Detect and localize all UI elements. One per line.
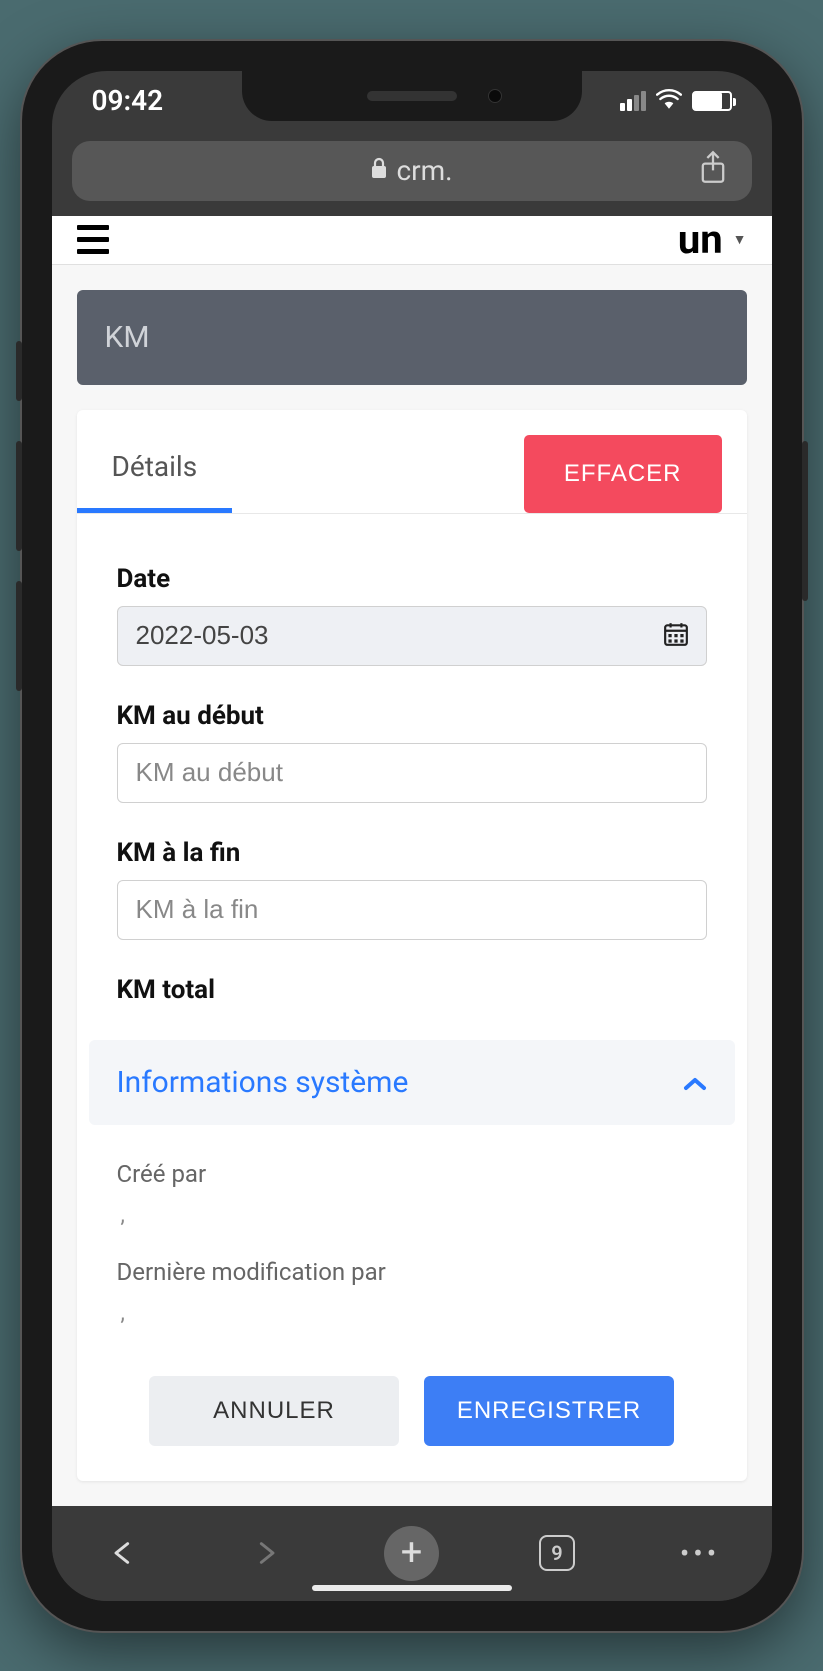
tab-count-badge: 9 <box>539 1535 575 1571</box>
km-start-input[interactable] <box>117 743 707 803</box>
wifi-icon <box>656 87 682 115</box>
system-info-collapse[interactable]: Informations système <box>89 1040 735 1125</box>
page-title-bar: KM <box>77 290 747 385</box>
caret-down-icon: ▼ <box>733 231 747 248</box>
created-by-value: , <box>117 1203 707 1228</box>
signal-icon <box>620 91 646 111</box>
app-header: un ▼ <box>52 216 772 265</box>
km-end-input[interactable] <box>117 880 707 940</box>
km-end-label: KM à la fin <box>117 838 707 868</box>
action-buttons: ANNULER ENREGISTRER <box>77 1356 747 1446</box>
cancel-button[interactable]: ANNULER <box>149 1376 399 1446</box>
status-time: 09:42 <box>92 84 164 117</box>
side-button <box>802 441 808 601</box>
modified-by-value: , <box>117 1301 707 1326</box>
speaker <box>367 91 457 101</box>
erase-button[interactable]: EFFACER <box>524 435 722 513</box>
card-header: Détails EFFACER <box>77 435 747 514</box>
page-title: KM <box>105 320 150 355</box>
forward-button[interactable] <box>241 1528 291 1578</box>
side-button <box>16 341 22 401</box>
url-bar[interactable]: crm. <box>72 141 752 201</box>
status-icons <box>620 87 732 115</box>
system-info-label: Informations système <box>117 1065 409 1100</box>
logo-dropdown[interactable]: un ▼ <box>678 216 747 263</box>
save-button[interactable]: ENREGISTRER <box>424 1376 674 1446</box>
phone-frame: 09:42 crm. <box>22 41 802 1631</box>
km-total-label: KM total <box>117 975 707 1005</box>
front-camera <box>488 89 502 103</box>
tabs-button[interactable]: 9 <box>532 1528 582 1578</box>
field-km-end: KM à la fin <box>117 838 707 940</box>
url-text: crm. <box>396 154 452 187</box>
more-menu-button[interactable]: ••• <box>675 1528 725 1578</box>
form: Date KM au début KM à la fin <box>77 564 747 1005</box>
notch <box>242 71 582 121</box>
new-tab-button[interactable]: + <box>384 1526 439 1581</box>
screen: 09:42 crm. <box>52 71 772 1601</box>
home-indicator[interactable] <box>312 1585 512 1591</box>
date-label: Date <box>117 564 707 594</box>
created-by-label: Créé par <box>117 1160 707 1188</box>
battery-icon <box>692 91 732 111</box>
side-button <box>16 441 22 551</box>
details-card: Détails EFFACER Date KM <box>77 410 747 1481</box>
logo-text: un <box>678 216 723 263</box>
field-km-start: KM au début <box>117 701 707 803</box>
chevron-up-icon <box>683 1065 707 1100</box>
field-date: Date <box>117 564 707 666</box>
app-content: un ▼ KM Détails EFFACER Date <box>52 216 772 1506</box>
field-km-total: KM total <box>117 975 707 1005</box>
side-button <box>16 581 22 691</box>
lock-icon <box>370 157 388 185</box>
tab-details[interactable]: Détails <box>77 435 233 513</box>
hamburger-menu-icon[interactable] <box>77 225 109 254</box>
back-button[interactable] <box>98 1528 148 1578</box>
km-start-label: KM au début <box>117 701 707 731</box>
modified-by-label: Dernière modification par <box>117 1258 707 1286</box>
date-input[interactable] <box>117 606 707 666</box>
system-info-body: Créé par , Dernière modification par , <box>77 1160 747 1326</box>
share-icon[interactable] <box>699 150 727 191</box>
